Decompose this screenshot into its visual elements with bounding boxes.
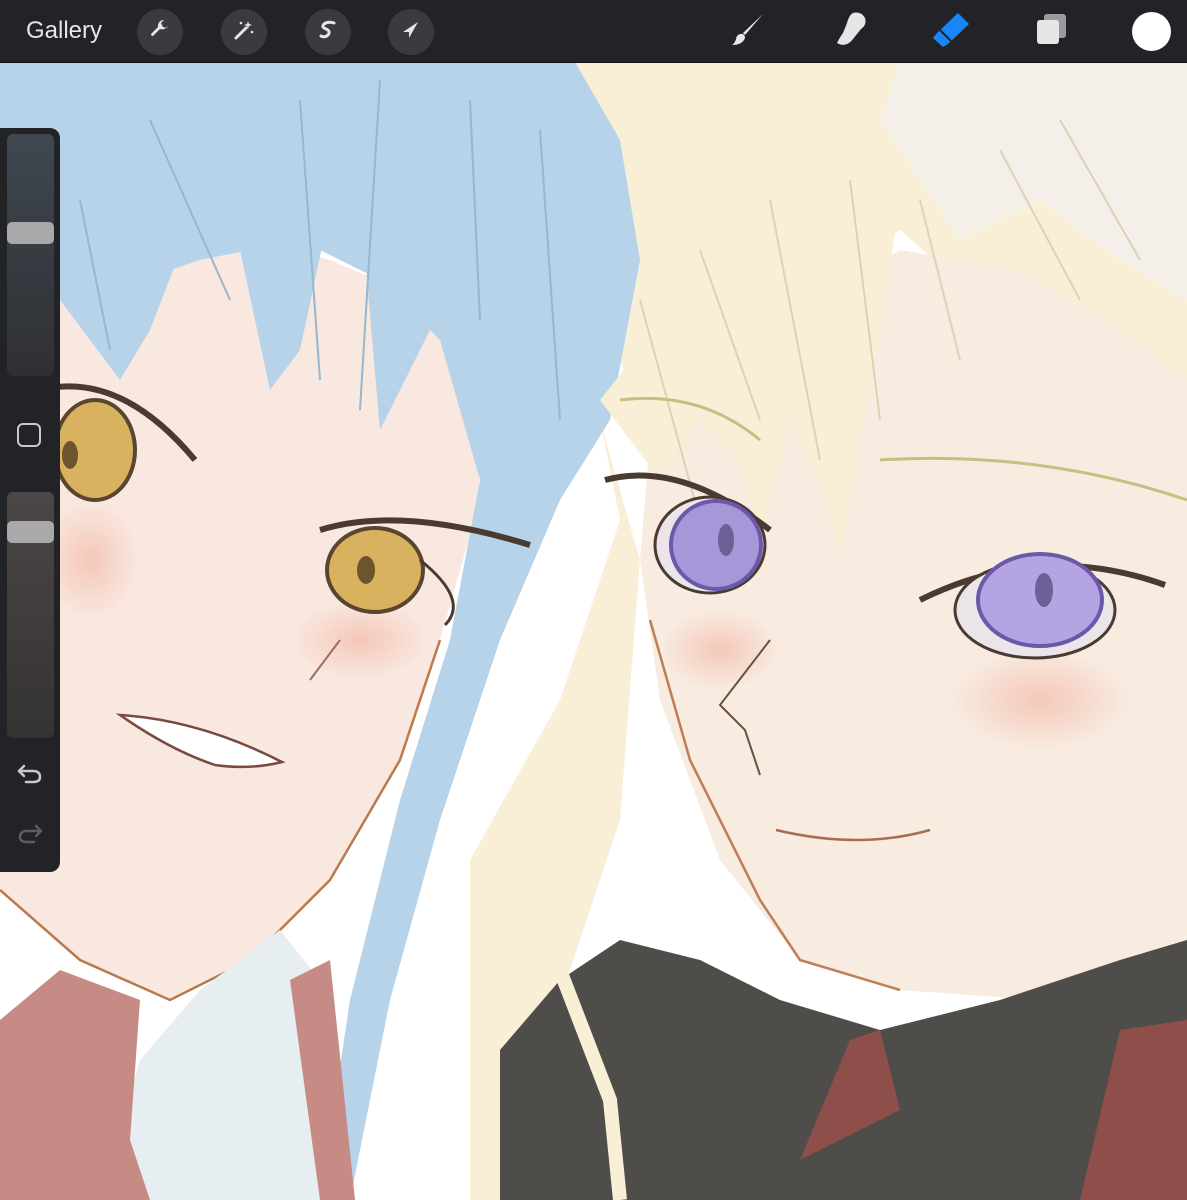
color-picker-button[interactable] [1132,12,1171,51]
adjustments-button[interactable] [221,9,267,55]
wrench-icon [148,18,172,47]
layers-button[interactable] [1030,9,1074,53]
redo-arrow-icon [16,822,44,851]
arrow-cursor-icon [399,18,423,47]
magic-wand-icon [232,18,256,47]
eraser-button[interactable] [929,9,973,53]
undo-button[interactable] [14,760,46,792]
gallery-button[interactable]: Gallery [26,15,102,47]
brush-icon [729,9,769,54]
transform-button[interactable] [388,9,434,55]
undo-arrow-icon [16,762,44,791]
brush-size-slider-thumb[interactable] [7,222,54,244]
left-sidebar [0,128,60,872]
redo-button[interactable] [14,820,46,852]
square-modify-icon[interactable] [17,423,41,447]
smudge-button[interactable] [829,9,873,53]
eraser-icon [930,9,972,54]
selection-button[interactable] [305,9,351,55]
smudge-finger-icon [831,9,871,54]
top-toolbar: Gallery [0,0,1187,63]
layers-icon [1032,9,1072,54]
selection-s-icon [316,18,340,47]
brush-size-slider[interactable] [7,134,54,376]
actions-button[interactable] [137,9,183,55]
opacity-slider-thumb[interactable] [7,521,54,544]
drawing-canvas[interactable] [0,62,1187,1200]
artwork [0,62,1187,1200]
left-collar-red [0,970,150,1200]
brush-button[interactable] [727,9,771,53]
